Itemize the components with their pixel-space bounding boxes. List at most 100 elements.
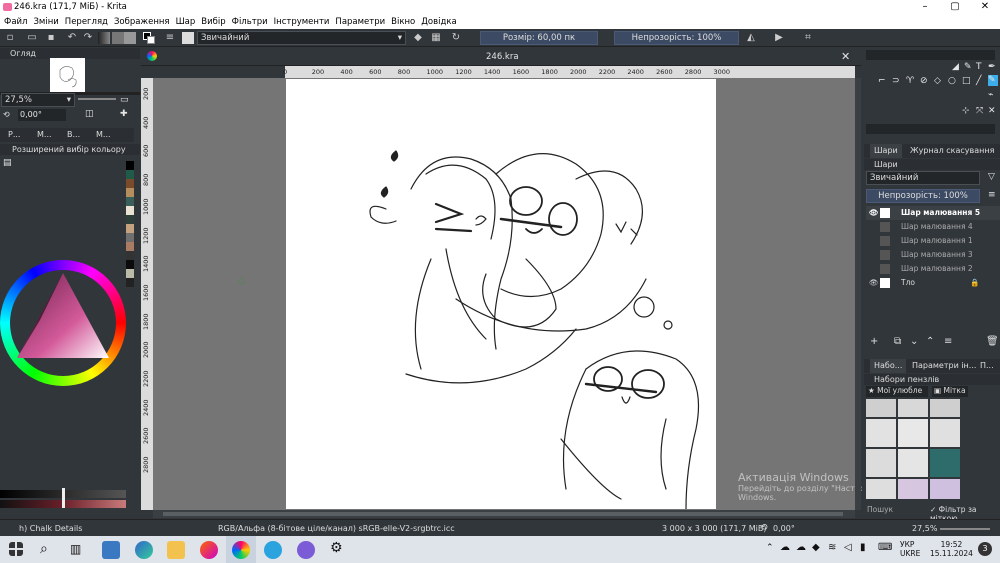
- minimize-button[interactable]: –: [910, 0, 940, 14]
- color-wheel[interactable]: [0, 260, 126, 386]
- pattern-swatch-icon[interactable]: [112, 32, 124, 44]
- brush-preset[interactable]: [930, 419, 960, 447]
- brush-tool-active-icon[interactable]: ✎: [988, 75, 998, 86]
- layer-menu-icon[interactable]: ≡: [988, 190, 996, 200]
- app-tray-icon[interactable]: ◆: [812, 542, 820, 553]
- tab-undo-history[interactable]: Журнал скасування: [906, 144, 998, 158]
- overview-thumbnail[interactable]: [50, 58, 85, 92]
- horizontal-scrollbar[interactable]: [153, 510, 855, 518]
- blend-mode-select[interactable]: Звичайний ▾: [197, 31, 406, 45]
- brush-preset[interactable]: [866, 449, 896, 477]
- zoom-select[interactable]: 27,5% ▾: [1, 93, 75, 107]
- rotation-field[interactable]: 0,00°: [18, 109, 66, 121]
- brush-preset[interactable]: [866, 479, 896, 499]
- tab-m2[interactable]: М...: [92, 128, 115, 142]
- file-explorer-icon[interactable]: [167, 541, 185, 559]
- layer-opacity-slider[interactable]: Непрозорість: 100%: [866, 189, 980, 203]
- firefox-icon[interactable]: [200, 541, 218, 559]
- brush-settings-icon[interactable]: ≡: [164, 32, 176, 44]
- brush-preset-grid[interactable]: [866, 399, 962, 503]
- discord-icon[interactable]: [297, 541, 315, 559]
- zoom-slider[interactable]: [78, 98, 116, 100]
- move-down-icon[interactable]: ⌄: [910, 336, 918, 347]
- new-document-icon[interactable]: ▫: [4, 32, 16, 44]
- task-view-icon[interactable]: ▥: [70, 542, 81, 556]
- brush-preset[interactable]: [866, 399, 896, 417]
- add-layer-icon[interactable]: +: [870, 336, 878, 347]
- brush-preset[interactable]: [930, 479, 960, 499]
- drawing-canvas[interactable]: [286, 79, 716, 510]
- brush-preset[interactable]: [898, 399, 928, 417]
- fill-tool-icon[interactable]: ◢: [952, 62, 959, 72]
- cloud-icon[interactable]: ☁: [796, 542, 806, 553]
- save-icon[interactable]: ▪: [45, 32, 57, 44]
- smart-patch-icon[interactable]: ⊘: [920, 76, 928, 86]
- brush-preset[interactable]: [898, 479, 928, 499]
- clock[interactable]: 19:52 15.11.2024: [930, 540, 973, 558]
- ellipse-tool-icon[interactable]: ○: [948, 76, 956, 86]
- menu-view[interactable]: Перегляд: [65, 17, 108, 27]
- line-tool-icon[interactable]: ╱: [976, 76, 981, 86]
- rotate-icon[interactable]: ⟲: [3, 110, 10, 119]
- keyboard-icon[interactable]: ⌨: [878, 542, 892, 553]
- rotation-status-icon[interactable]: ⟲: [760, 523, 768, 533]
- close-document-icon[interactable]: ✕: [841, 50, 850, 63]
- edge-icon[interactable]: [135, 541, 153, 559]
- color-history-strip[interactable]: [126, 161, 134, 289]
- alpha-lock-icon[interactable]: ▦: [430, 32, 442, 44]
- pen-tool-icon[interactable]: ✎: [964, 62, 972, 72]
- layer-row[interactable]: 👁 Шар малювання 5: [866, 206, 1000, 220]
- visibility-eye-icon[interactable]: 👁: [869, 276, 879, 290]
- delete-layer-icon[interactable]: 🗑: [986, 336, 999, 347]
- volume-icon[interactable]: ◁: [844, 542, 852, 553]
- menu-settings[interactable]: Параметри: [335, 17, 385, 27]
- document-tab-title[interactable]: 246.kra: [486, 52, 519, 62]
- battery-icon[interactable]: ▮: [860, 542, 866, 553]
- dynamic-brush-icon[interactable]: ⊃: [892, 76, 900, 86]
- reload-preset-icon[interactable]: ↻: [450, 32, 462, 44]
- undo-icon[interactable]: ↶: [66, 32, 78, 44]
- layer-row[interactable]: 👁 Тло 🔒: [866, 276, 1000, 290]
- brush-preset[interactable]: [898, 449, 928, 477]
- tab-m[interactable]: М...: [33, 128, 56, 142]
- brush-preset-icon[interactable]: [182, 32, 194, 44]
- crop-tool-icon[interactable]: ✕: [988, 106, 996, 116]
- visibility-eye-icon[interactable]: 👁: [869, 206, 879, 220]
- menu-layer[interactable]: Шар: [176, 17, 196, 27]
- layer-properties-icon[interactable]: ≡: [944, 336, 952, 347]
- vertical-scrollbar[interactable]: [855, 78, 861, 510]
- language-indicator[interactable]: УКР UKRE: [900, 540, 920, 558]
- fg-bg-color-icon[interactable]: [143, 32, 155, 44]
- tab-v[interactable]: В...: [63, 128, 84, 142]
- krita-taskbar-active[interactable]: [226, 536, 256, 563]
- open-document-icon[interactable]: ▭: [26, 32, 38, 44]
- layer-row[interactable]: Шар малювання 3: [866, 248, 1000, 262]
- menu-file[interactable]: Файл: [4, 17, 27, 27]
- brush-preset[interactable]: [866, 419, 896, 447]
- tab-tool-options[interactable]: Параметри ін...: [908, 359, 980, 373]
- layer-row[interactable]: Шар малювання 4: [866, 220, 1000, 234]
- telegram-icon[interactable]: [264, 541, 282, 559]
- brush-preset[interactable]: [930, 399, 960, 417]
- pattern-swatch-2-icon[interactable]: [124, 32, 136, 44]
- menu-window[interactable]: Вікно: [391, 17, 415, 27]
- calligraphy-tool-icon[interactable]: ✒: [988, 62, 996, 72]
- wifi-icon[interactable]: ≋: [828, 542, 836, 553]
- gradient-swatch-icon[interactable]: [98, 32, 110, 44]
- rectangle-tool-icon[interactable]: □: [962, 76, 971, 86]
- polygon-tool-icon[interactable]: ◇: [934, 76, 941, 86]
- filter-icon[interactable]: ▽: [988, 172, 995, 182]
- redo-icon[interactable]: ↷: [82, 32, 94, 44]
- menu-select[interactable]: Вибір: [201, 17, 225, 27]
- tab-r[interactable]: Р...: [4, 128, 24, 142]
- close-window-button[interactable]: ✕: [970, 0, 1000, 14]
- toolbox-collapse[interactable]: [866, 124, 995, 134]
- multibrush-icon[interactable]: ♈: [906, 76, 914, 86]
- tab-layers[interactable]: Шари: [870, 144, 902, 158]
- brush-size-slider[interactable]: Розмір: 60,00 пк: [480, 31, 598, 45]
- favorites-select[interactable]: ★ Мої улюбле: [866, 386, 928, 397]
- brush-preset[interactable]: [898, 419, 928, 447]
- mirror-view-icon[interactable]: ◫: [85, 109, 94, 119]
- tray-chevron-icon[interactable]: ⌃: [766, 543, 774, 553]
- move-up-icon[interactable]: ⌃: [926, 336, 934, 347]
